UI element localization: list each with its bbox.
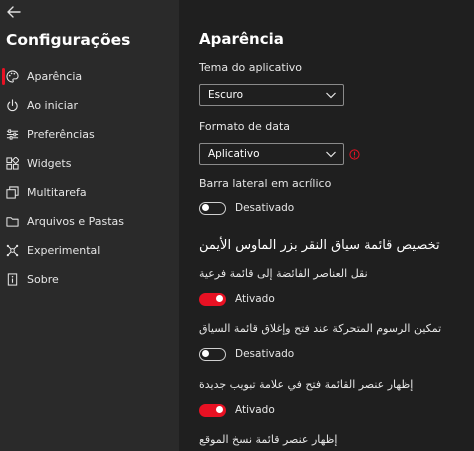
sidebar-item-label: Sobre: [27, 273, 59, 286]
acrylic-sidebar-toggle[interactable]: [199, 201, 226, 215]
context-option-toggle-row: Ativado: [199, 290, 275, 308]
sidebar-item-ao-iniciar[interactable]: Ao iniciar: [0, 91, 179, 120]
sliders-icon: [6, 128, 19, 141]
sidebar-item-label: Preferências: [27, 128, 95, 141]
back-arrow-icon[interactable]: [4, 2, 24, 22]
sidebar-item-aparencia[interactable]: Aparência: [0, 62, 179, 91]
open-in-new-tab-toggle[interactable]: [199, 403, 226, 417]
sidebar-item-label: Widgets: [27, 157, 72, 170]
chevron-down-icon: [326, 151, 336, 158]
sidebar-item-label: Aparência: [27, 70, 83, 83]
widgets-grid-icon: [6, 157, 19, 170]
sidebar-item-label: Ao iniciar: [27, 99, 79, 112]
experimental-icon: [6, 244, 19, 257]
toggle-state: Desativado: [235, 348, 295, 360]
multitask-icon: [6, 186, 19, 199]
toggle-state: Ativado: [235, 404, 275, 416]
sidebar-item-label: Experimental: [27, 244, 101, 257]
main-content: Aparência Tema do aplicativo Escuro Form…: [179, 0, 474, 451]
toggle-knob: [202, 204, 209, 211]
context-menu-section-title: تخصيص قائمة سياق النقر بزر الماوس الأيمن: [199, 238, 440, 253]
acrylic-sidebar-state: Desativado: [235, 202, 295, 214]
date-format-dropdown[interactable]: Aplicativo: [199, 143, 344, 165]
context-option-toggle-row: Desativado: [199, 345, 294, 363]
sidebar-item-widgets[interactable]: Widgets: [0, 149, 179, 178]
power-icon: [6, 99, 19, 112]
sidebar-item-sobre[interactable]: Sobre: [0, 265, 179, 294]
toggle-knob: [216, 406, 223, 413]
context-option-label: إظهار عنصر القائمة فتح في علامة تبويب جد…: [199, 378, 414, 391]
chevron-down-icon: [326, 92, 336, 99]
toggle-state: Ativado: [235, 293, 275, 305]
app-theme-dropdown[interactable]: Escuro: [199, 84, 344, 106]
sidebar-item-label: Multitarefa: [27, 186, 87, 199]
sidebar-nav: Aparência Ao iniciar Preferências Widget…: [0, 62, 179, 294]
sidebar-item-multitarefa[interactable]: Multitarefa: [0, 178, 179, 207]
sidebar-item-label: Arquivos e Pastas: [27, 215, 124, 228]
acrylic-sidebar-toggle-row: Desativado: [199, 199, 294, 217]
info-card-icon: [6, 273, 19, 286]
folder-icon: [6, 215, 19, 228]
menu-animation-toggle[interactable]: [199, 347, 226, 361]
date-format-label: Formato de data: [199, 120, 291, 133]
active-indicator: [2, 68, 5, 85]
app-theme-label: Tema do aplicativo: [199, 61, 303, 74]
sidebar: Configurações Aparência Ao iniciar Prefe…: [0, 0, 179, 451]
app-theme-value: Escuro: [208, 89, 244, 101]
sidebar-item-arquivos-e-pastas[interactable]: Arquivos e Pastas: [0, 207, 179, 236]
toggle-knob: [202, 350, 209, 357]
context-option-label: تمكين الرسوم المتحركة عند فتح وإغلاق قائ…: [199, 322, 442, 335]
page-title: Aparência: [199, 30, 284, 48]
acrylic-sidebar-label: Barra lateral em acrílico: [199, 177, 332, 190]
context-option-label: نقل العناصر الفائضة إلى قائمة فرعية: [199, 267, 368, 280]
sidebar-title: Configurações: [6, 31, 131, 49]
warning-info-icon[interactable]: [349, 149, 360, 160]
date-format-value: Aplicativo: [208, 148, 260, 160]
sidebar-item-preferencias[interactable]: Preferências: [0, 120, 179, 149]
context-option-label: إظهار عنصر قائمة نسخ الموقع: [199, 433, 338, 446]
sidebar-item-experimental[interactable]: Experimental: [0, 236, 179, 265]
overflow-submenu-toggle[interactable]: [199, 292, 226, 306]
palette-icon: [6, 70, 19, 83]
context-option-toggle-row: Ativado: [199, 401, 275, 419]
settings-window: Configurações Aparência Ao iniciar Prefe…: [0, 0, 474, 451]
toggle-knob: [216, 295, 223, 302]
